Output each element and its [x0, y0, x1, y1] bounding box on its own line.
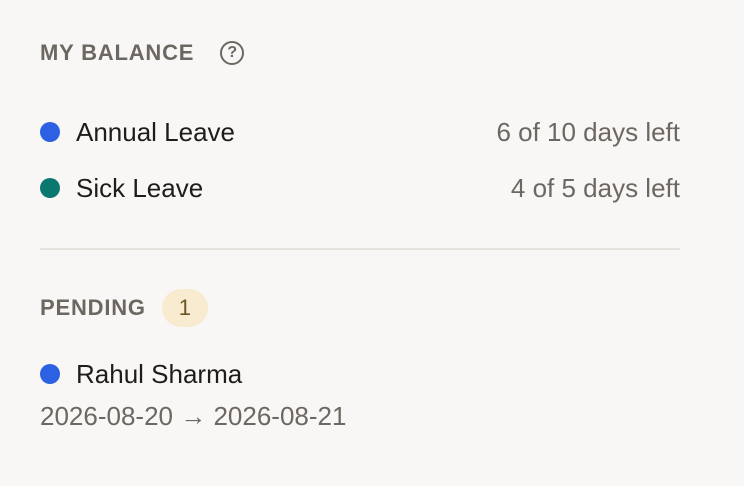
sick-leave-row: Sick Leave 4 of 5 days left [40, 171, 680, 205]
request-name: Rahul Sharma [76, 358, 243, 389]
annual-leave-row: Annual Leave 6 of 10 days left [40, 115, 680, 149]
request-dot [40, 364, 60, 384]
annual-leave-balance: 6 of 10 days left [496, 116, 680, 147]
leave-balance-panel: MY BALANCE ? Annual Leave 6 of 10 days l… [40, 0, 680, 486]
pending-header: PENDING 1 [40, 289, 208, 327]
help-icon[interactable]: ? [220, 41, 245, 65]
request-dates: 2026-08-20 → 2026-08-21 [40, 401, 347, 431]
balance-title: MY BALANCE [40, 40, 195, 65]
pending-request-row[interactable]: Rahul Sharma [40, 357, 680, 391]
annual-leave-label: Annual Leave [76, 116, 236, 147]
sick-leave-dot [40, 178, 60, 198]
section-divider [40, 248, 680, 250]
balance-header: MY BALANCE ? [40, 40, 245, 66]
annual-leave-dot [40, 122, 60, 142]
pending-count-badge: 1 [161, 289, 208, 327]
help-icon-glyph: ? [227, 44, 238, 61]
sick-leave-balance: 4 of 5 days left [510, 172, 680, 203]
pending-title: PENDING [40, 295, 146, 320]
sick-leave-label: Sick Leave [76, 172, 204, 203]
